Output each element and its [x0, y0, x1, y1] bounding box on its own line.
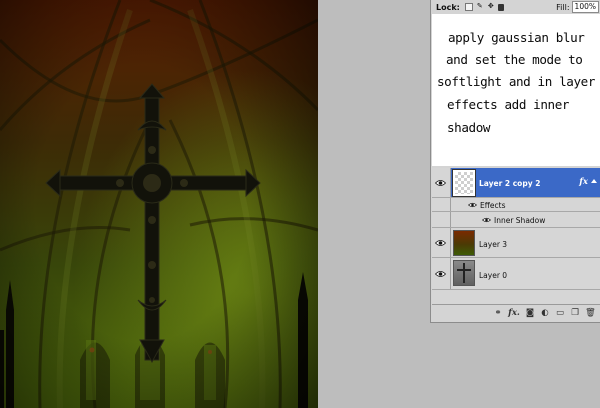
- note-line: shadow: [447, 120, 491, 135]
- note-line: apply gaussian blur: [448, 30, 585, 45]
- eye-icon[interactable]: [482, 217, 491, 223]
- cathedral-artwork: [0, 0, 318, 408]
- instruction-note: apply gaussian blur and set the mode to …: [432, 14, 600, 166]
- layer-mask-icon[interactable]: ◙: [525, 308, 535, 318]
- trash-icon[interactable]: 🗑: [585, 308, 596, 318]
- column-divider: [450, 258, 451, 289]
- layer-row-layer-0[interactable]: Layer 0: [432, 258, 600, 290]
- note-line: and set the mode to: [446, 52, 583, 67]
- lock-label: Lock:: [436, 2, 460, 12]
- layers-bottom-toolbar: ⚭ fx. ◙ ◐ ▭ ❐ 🗑: [432, 304, 600, 321]
- layer-row-layer-3[interactable]: Layer 3: [432, 228, 600, 258]
- layer-thumbnail: [453, 260, 475, 286]
- eye-icon[interactable]: [435, 239, 446, 247]
- eye-icon[interactable]: [435, 270, 446, 278]
- document-canvas[interactable]: [0, 0, 318, 408]
- new-group-icon[interactable]: ▭: [555, 308, 565, 318]
- column-divider: [450, 228, 451, 257]
- cross-thumbnail-icon: [457, 263, 471, 283]
- collapse-effects-icon[interactable]: [591, 179, 597, 183]
- eye-icon[interactable]: [468, 202, 477, 208]
- note-line: effects add inner: [447, 97, 570, 112]
- effects-row[interactable]: Effects: [432, 198, 600, 212]
- fill-control: Fill: 100%: [556, 1, 599, 13]
- layer-row-layer-2-copy-2[interactable]: Layer 2 copy 2 fx: [432, 168, 600, 198]
- eye-icon[interactable]: [435, 179, 446, 187]
- layer-name[interactable]: Layer 2 copy 2: [479, 179, 540, 188]
- layer-name[interactable]: Layer 0: [479, 271, 507, 280]
- lock-bar: Lock: ✎ ✥ Fill: 100%: [431, 0, 600, 14]
- column-divider: [450, 212, 451, 227]
- lock-move-icon[interactable]: ✥: [487, 3, 495, 11]
- layers-panel: Lock: ✎ ✥ Fill: 100% apply gaussian blur…: [430, 0, 600, 323]
- layer-thumbnail: [453, 230, 475, 256]
- effects-label: Effects: [480, 201, 506, 210]
- new-layer-icon[interactable]: ❐: [570, 308, 580, 318]
- column-divider: [450, 168, 451, 197]
- lock-all-icon[interactable]: [497, 3, 504, 11]
- note-line: softlight and in layer: [437, 74, 596, 89]
- effect-row-inner-shadow[interactable]: Inner Shadow: [432, 212, 600, 228]
- fx-icon[interactable]: fx.: [508, 308, 520, 318]
- effect-label: Inner Shadow: [494, 216, 546, 225]
- fill-label: Fill:: [556, 2, 570, 12]
- column-divider: [450, 198, 451, 211]
- fx-icon[interactable]: fx: [579, 177, 588, 187]
- layer-thumbnail: [452, 169, 476, 197]
- layers-empty-area: [432, 290, 600, 304]
- lock-brush-icon[interactable]: ✎: [476, 3, 484, 11]
- fill-input[interactable]: 100%: [571, 1, 599, 13]
- layer-name[interactable]: Layer 3: [479, 240, 507, 249]
- link-layers-icon[interactable]: ⚭: [493, 308, 503, 318]
- lock-transparency-icon[interactable]: [464, 3, 473, 11]
- adjustment-layer-icon[interactable]: ◐: [540, 308, 550, 318]
